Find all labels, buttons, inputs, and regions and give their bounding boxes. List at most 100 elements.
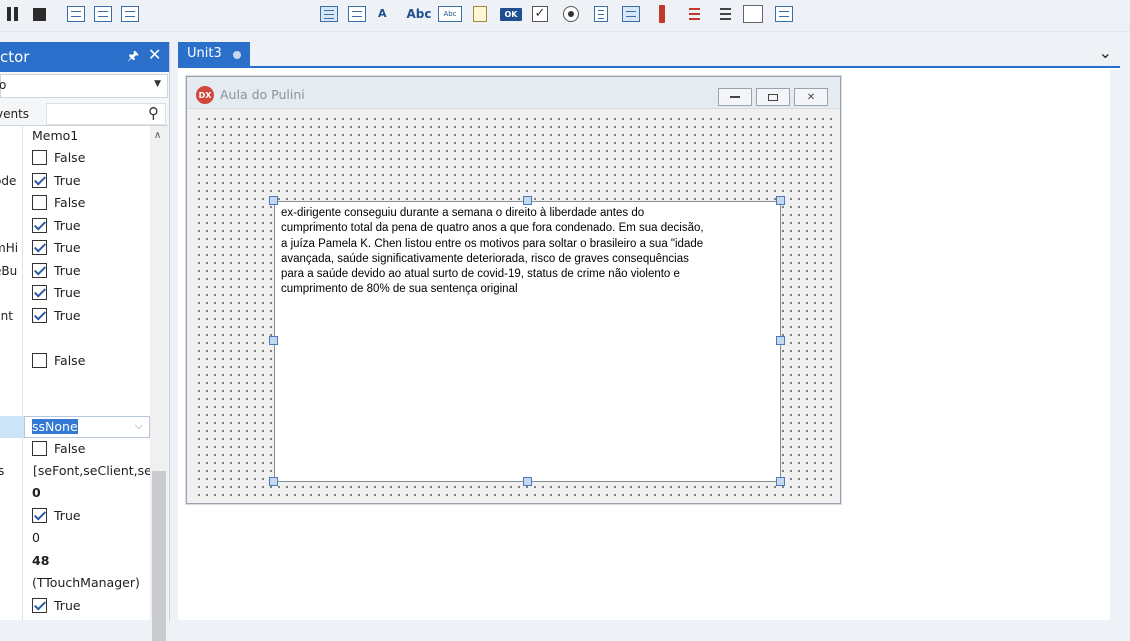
memo1[interactable]: ex-dirigente conseguiu durante a semana … — [274, 201, 781, 482]
object-inspector: ctor 🖈 ✕ o ▼ vents ⚲ Memo1 False ode Tru… — [0, 42, 170, 641]
stop-button[interactable] — [30, 4, 48, 24]
editor-scrollbar[interactable] — [1110, 70, 1120, 620]
resize-grip-bottom-left[interactable] — [269, 477, 278, 486]
property-row[interactable]: 48 — [0, 551, 150, 573]
run-to-cursor-button[interactable] — [119, 4, 141, 24]
property-grid: Memo1 False ode True False True mHi True… — [0, 126, 160, 620]
resize-grip-left[interactable] — [269, 336, 278, 345]
close-button[interactable]: ✕ — [794, 88, 828, 106]
resize-grip-right[interactable] — [776, 336, 785, 345]
property-row[interactable]: True — [0, 283, 150, 305]
palette-tlistbox-button[interactable] — [591, 4, 611, 24]
property-row[interactable]: (TTouchManager) — [0, 573, 150, 595]
form-client-area[interactable]: ex-dirigente conseguiu durante a semana … — [193, 113, 833, 496]
ok-button-icon: OK — [500, 7, 522, 21]
property-row[interactable]: True — [0, 216, 150, 238]
step-over-button[interactable] — [92, 4, 114, 24]
scrollbar-thumb[interactable] — [152, 471, 166, 641]
tab-events[interactable]: vents — [0, 107, 29, 121]
property-row[interactable] — [0, 328, 150, 350]
property-row[interactable]: ode True — [0, 171, 150, 193]
property-row-selected[interactable]: ssNone ⌵ — [0, 416, 150, 438]
inspector-title-bar: ctor 🖈 ✕ — [0, 42, 169, 72]
trace-into-button[interactable] — [65, 4, 87, 24]
inspector-scrollbar[interactable]: ∧ — [150, 126, 168, 641]
resize-grip-top-left[interactable] — [269, 196, 278, 205]
property-value-editor[interactable]: ssNone ⌵ — [24, 416, 150, 438]
memo-abc-icon: Abc — [438, 6, 462, 22]
checkbox[interactable] — [32, 195, 47, 210]
property-row[interactable]: 0 — [0, 483, 150, 505]
step-over-icon — [94, 6, 112, 22]
mainmenu-icon — [320, 6, 338, 22]
checkbox[interactable] — [32, 441, 47, 456]
palette-tcombobox-button[interactable] — [620, 4, 642, 24]
property-value: True — [32, 308, 81, 323]
property-value: 48 — [32, 553, 50, 568]
checkbox[interactable] — [32, 240, 47, 255]
pause-button[interactable] — [4, 4, 22, 24]
chevron-up-icon[interactable]: ∧ — [154, 130, 161, 141]
ide-toolbar: A Abc Abc OK ✓ — [0, 0, 1130, 32]
checkbox[interactable] — [32, 150, 47, 165]
property-row[interactable]: mHi True — [0, 238, 150, 260]
palette-tmainmenu-button[interactable] — [318, 4, 340, 24]
resize-grip-top[interactable] — [523, 196, 532, 205]
property-row[interactable]: lint True — [0, 306, 150, 328]
minimize-button[interactable] — [718, 88, 752, 106]
palette-tnote-button[interactable] — [470, 4, 490, 24]
palette-tcheckbox-button[interactable]: ✓ — [530, 4, 550, 24]
palette-tradiobutton-button[interactable] — [561, 4, 581, 24]
search-icon: ⚲ — [148, 104, 159, 122]
property-row[interactable]: eBu True — [0, 261, 150, 283]
checkbox[interactable] — [32, 285, 47, 300]
chevron-down-icon[interactable]: ⌵ — [135, 419, 143, 433]
memo-line: para a saúde devido ao atual surto de co… — [281, 268, 680, 281]
component-selector[interactable]: o ▼ — [0, 74, 168, 98]
checkbox[interactable] — [32, 353, 47, 368]
property-row[interactable]: s [seFont,seClient,seB — [0, 461, 160, 483]
property-row[interactable]: False — [0, 148, 150, 170]
maximize-button[interactable] — [756, 88, 790, 106]
palette-tbutton-button[interactable]: OK — [498, 4, 524, 24]
resize-grip-bottom-right[interactable] — [776, 477, 785, 486]
property-row[interactable]: False — [0, 193, 150, 215]
property-row[interactable]: True — [0, 506, 150, 528]
property-value: True — [32, 263, 81, 278]
checkbox[interactable] — [32, 308, 47, 323]
palette-tradiogroup-button[interactable] — [712, 4, 734, 24]
form-designer-window[interactable]: DX Aula do Pulini ✕ ex-dirigente consegu… — [186, 76, 841, 504]
palette-tscrollbar-button[interactable] — [655, 4, 669, 24]
note-icon — [473, 6, 487, 22]
resize-grip-top-right[interactable] — [776, 196, 785, 205]
editor-area: Unit3 ⌄ DX Aula do Pulini ✕ ex-dirigente… — [178, 42, 1120, 620]
palette-tedit-button[interactable]: Abc — [406, 4, 432, 24]
palette-tpopupmenu-button[interactable] — [346, 4, 368, 24]
palette-tgroupbox-button[interactable] — [682, 4, 702, 24]
groupbox-icon — [684, 6, 700, 22]
tab-unit3[interactable]: Unit3 — [178, 42, 250, 68]
property-row[interactable]: False — [0, 351, 150, 373]
property-row[interactable]: 0 — [0, 528, 150, 550]
palette-tpanel-button[interactable] — [742, 4, 764, 24]
palette-tactionlist-button[interactable] — [772, 4, 796, 24]
property-value: (TTouchManager) — [32, 575, 140, 590]
checkbox[interactable] — [32, 218, 47, 233]
resize-grip-bottom[interactable] — [523, 477, 532, 486]
property-row[interactable]: False — [0, 439, 150, 461]
edit-abc-icon: Abc — [406, 7, 432, 21]
palette-tlabel-button[interactable]: A — [376, 4, 398, 24]
checkbox[interactable] — [32, 263, 47, 278]
checkbox[interactable] — [32, 173, 47, 188]
property-row[interactable]: True — [0, 596, 150, 618]
close-icon[interactable]: ✕ — [148, 45, 161, 64]
property-search-input[interactable]: ⚲ — [46, 103, 166, 125]
palette-tmemo-button[interactable]: Abc — [437, 4, 463, 24]
property-row[interactable]: Memo1 — [0, 126, 150, 148]
memo-text: ex-dirigente conseguiu durante a semana … — [281, 206, 771, 298]
form-caption: Aula do Pulini — [220, 87, 305, 102]
chevron-down-icon[interactable]: ⌄ — [1099, 43, 1112, 62]
pin-icon[interactable]: 🖈 — [127, 47, 139, 69]
checkbox[interactable] — [32, 598, 47, 613]
checkbox[interactable] — [32, 508, 47, 523]
